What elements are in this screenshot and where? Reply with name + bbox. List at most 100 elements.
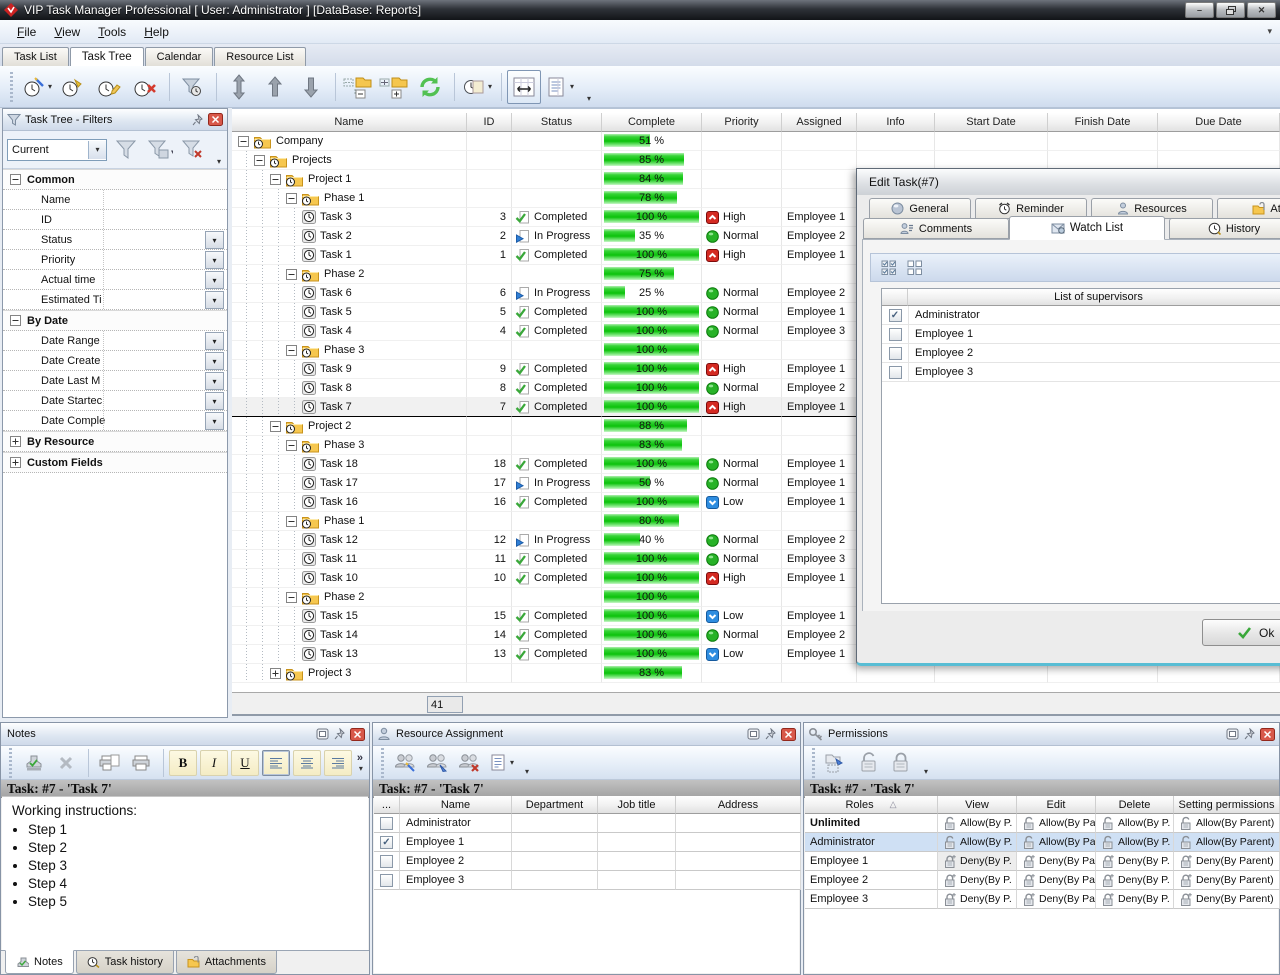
delete-note-button[interactable]	[51, 749, 81, 777]
filter-row-actual-time[interactable]: Actual time▾	[3, 270, 227, 290]
edit-task-button[interactable]	[92, 70, 126, 104]
align-right-button[interactable]	[324, 750, 352, 776]
filter-row-status[interactable]: Status▾	[3, 230, 227, 250]
restore-panel-icon[interactable]	[1226, 728, 1239, 740]
remove-assignment-button[interactable]	[455, 749, 485, 777]
notes-toolbar-more-icon[interactable]: ▾	[359, 764, 363, 773]
filter-row-date-startec[interactable]: Date Startec▾	[3, 391, 227, 411]
collapse-icon[interactable]	[286, 193, 297, 204]
post-note-button[interactable]	[19, 749, 49, 777]
filter-dropdown-icon[interactable]: ▾	[205, 251, 224, 269]
collapse-icon[interactable]	[254, 155, 265, 166]
collapse-icon[interactable]	[286, 440, 297, 451]
filter-more-icon[interactable]: ▾	[217, 157, 221, 166]
delete-task-button[interactable]	[128, 70, 162, 104]
move-down-button[interactable]	[294, 70, 328, 104]
task-row[interactable]: Company51 %	[232, 132, 1280, 151]
filter-row-estimated-ti[interactable]: Estimated Ti▾	[3, 290, 227, 310]
column-header-info[interactable]: Info	[857, 113, 935, 132]
print-preview-button[interactable]	[94, 749, 124, 777]
supervisor-checkbox[interactable]	[889, 366, 902, 379]
collapse-icon[interactable]	[286, 592, 297, 603]
pin-icon[interactable]	[334, 728, 345, 740]
close-panel-icon[interactable]	[781, 728, 796, 741]
resource-check-cell[interactable]	[374, 871, 400, 890]
filter-row-priority[interactable]: Priority▾	[3, 250, 227, 270]
filter-row-date-create[interactable]: Date Create▾	[3, 351, 227, 371]
clear-filter-button[interactable]	[179, 136, 209, 164]
apply-filter-button[interactable]	[111, 136, 141, 164]
new-task-button[interactable]: ▾	[20, 70, 54, 104]
collapse-icon[interactable]	[286, 345, 297, 356]
column-header-assigned[interactable]: Assigned	[782, 113, 857, 132]
filter-row-id[interactable]: ID	[3, 210, 227, 230]
new-subtask-button[interactable]	[56, 70, 90, 104]
task-row[interactable]: Project 383 %	[232, 664, 1280, 683]
italic-button[interactable]: I	[200, 750, 228, 776]
column-header-due-date[interactable]: Due Date	[1158, 113, 1280, 132]
resource-check-cell[interactable]	[374, 852, 400, 871]
supervisor-checkbox[interactable]	[889, 328, 902, 341]
tab-task-list[interactable]: Task List	[2, 47, 69, 66]
collapse-icon[interactable]	[286, 516, 297, 527]
permissions-toolbar-more-icon[interactable]: ▾	[924, 767, 928, 776]
filter-dropdown-icon[interactable]: ▾	[205, 231, 224, 249]
move-up-button[interactable]	[258, 70, 292, 104]
pin-icon[interactable]	[1244, 728, 1255, 740]
inherit-permissions-button[interactable]	[822, 749, 852, 777]
filter-dropdown-icon[interactable]: ▾	[205, 372, 224, 390]
filter-row-name[interactable]: Name	[3, 190, 227, 210]
column-header-start-date[interactable]: Start Date	[935, 113, 1048, 132]
dialog-tab-general[interactable]: General	[869, 198, 971, 219]
ok-button[interactable]: Ok	[1202, 619, 1280, 646]
align-center-button[interactable]	[293, 750, 321, 776]
save-filter-button[interactable]: ▾	[145, 136, 175, 164]
expand-icon[interactable]	[270, 668, 281, 679]
fit-columns-button[interactable]	[507, 70, 541, 104]
filter-section-by-date[interactable]: By Date	[3, 310, 227, 331]
pin-icon[interactable]	[765, 728, 776, 740]
allow-permission-button[interactable]	[854, 749, 884, 777]
expand-icon[interactable]	[10, 436, 21, 447]
filter-section-common[interactable]: Common	[3, 169, 227, 190]
column-header-complete[interactable]: Complete	[602, 113, 702, 132]
column-header-status[interactable]: Status	[512, 113, 602, 132]
filter-section-custom-fields[interactable]: Custom Fields	[3, 452, 227, 473]
underline-button[interactable]: U	[231, 750, 259, 776]
filter-row-date-range[interactable]: Date Range▾	[3, 331, 227, 351]
expand-levels-button[interactable]	[222, 70, 256, 104]
supervisor-row[interactable]: ✓Administrator	[882, 306, 1280, 325]
report-button[interactable]: ▾	[460, 70, 494, 104]
supervisor-checkbox[interactable]: ✓	[889, 309, 902, 322]
pin-icon[interactable]	[192, 114, 203, 126]
filter-section-by-resource[interactable]: By Resource	[3, 431, 227, 452]
restore-panel-icon[interactable]	[747, 728, 760, 740]
resource-toolbar-more-icon[interactable]: ▾	[525, 767, 529, 776]
refresh-button[interactable]	[413, 70, 447, 104]
resource-check-cell[interactable]	[374, 814, 400, 833]
collapse-icon[interactable]	[270, 421, 281, 432]
menu-item-help[interactable]: Help	[135, 22, 178, 42]
filter-dropdown-icon[interactable]: ▾	[205, 332, 224, 350]
resource-checkbox[interactable]	[380, 817, 393, 830]
minimize-button[interactable]: –	[1185, 2, 1214, 18]
menu-item-view[interactable]: View	[45, 22, 89, 42]
toolbar-overflow-icon[interactable]: ▾	[587, 94, 591, 103]
column-header-priority[interactable]: Priority	[702, 113, 782, 132]
dialog-tab-comments[interactable]: Comments	[863, 218, 1009, 239]
notes-toolbar-overflow-icon[interactable]: »	[357, 752, 363, 764]
close-button[interactable]: ✕	[1247, 2, 1276, 18]
filter-dropdown-icon[interactable]: ▾	[205, 412, 224, 430]
assign-role-button[interactable]	[423, 749, 453, 777]
collapse-icon[interactable]	[10, 315, 21, 326]
dialog-tab-attach[interactable]: Attach	[1217, 198, 1280, 219]
restore-button[interactable]	[1216, 2, 1245, 18]
column-header-id[interactable]: ID	[467, 113, 512, 132]
menu-item-file[interactable]: File	[8, 22, 45, 42]
resource-checkbox[interactable]: ✓	[380, 836, 393, 849]
collapse-icon[interactable]	[286, 269, 297, 280]
check-all-button[interactable]	[877, 257, 901, 279]
notes-tab-attachments[interactable]: Attachments	[176, 951, 277, 974]
close-panel-icon[interactable]	[1260, 728, 1275, 741]
dialog-tab-watch-list[interactable]: Watch List	[1009, 216, 1165, 240]
